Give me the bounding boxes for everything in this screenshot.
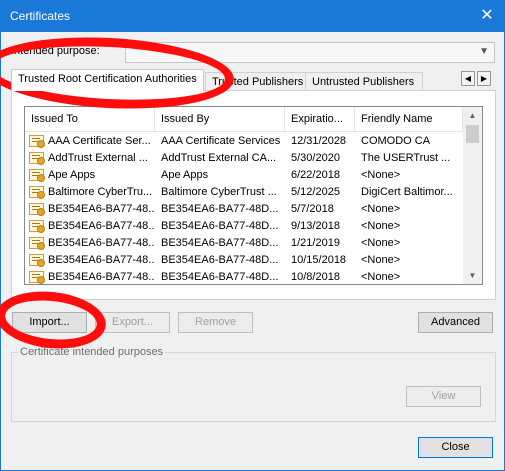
advanced-label: Advanced bbox=[431, 316, 480, 328]
list-rows: AAA Certificate Ser... AAA Certificate Se… bbox=[25, 133, 463, 284]
table-cell: 9/13/2018 bbox=[291, 220, 340, 232]
table-cell: 1/21/2019 bbox=[291, 237, 340, 249]
tab-scroll-left-icon[interactable]: ◀ bbox=[461, 71, 475, 86]
remove-label: Remove bbox=[195, 316, 236, 328]
table-cell: The USERTrust ... bbox=[361, 152, 451, 164]
table-row[interactable]: BE354EA6-BA77-48... BE354EA6-BA77-48D... 1… bbox=[25, 235, 463, 252]
table-row[interactable]: BE354EA6-BA77-48... BE354EA6-BA77-48D... 5… bbox=[25, 201, 463, 218]
column-issued-to[interactable]: Issued To bbox=[25, 107, 155, 132]
import-button[interactable]: Import... bbox=[12, 312, 87, 333]
close-label: Close bbox=[441, 441, 470, 453]
table-cell: 5/7/2018 bbox=[291, 203, 334, 215]
export-label: Export... bbox=[112, 316, 153, 328]
table-cell: 5/12/2025 bbox=[291, 186, 340, 198]
intended-purposes-group-title: Certificate intended purposes bbox=[18, 346, 166, 358]
scroll-down-icon[interactable]: ▼ bbox=[463, 267, 482, 284]
window-title: Certificates bbox=[10, 9, 71, 23]
table-cell: BE354EA6-BA77-48... bbox=[48, 220, 155, 232]
table-cell: <None> bbox=[361, 237, 401, 249]
column-expiration[interactable]: Expiratio... bbox=[285, 107, 355, 132]
table-cell: BE354EA6-BA77-48... bbox=[48, 203, 155, 215]
tab-trusted-root[interactable]: Trusted Root Certification Authorities bbox=[11, 69, 204, 91]
import-label: Import... bbox=[29, 316, 70, 328]
table-cell: Ape Apps bbox=[161, 169, 209, 181]
list-header: Issued To Issued By Expiratio... Friendl… bbox=[25, 107, 463, 132]
scroll-thumb[interactable] bbox=[466, 125, 479, 143]
close-button[interactable]: Close bbox=[418, 437, 493, 458]
table-cell: 6/22/2018 bbox=[291, 169, 340, 181]
table-cell: BE354EA6-BA77-48D... bbox=[161, 237, 279, 249]
table-cell: 12/31/2028 bbox=[291, 135, 347, 147]
chevron-down-icon: ▼ bbox=[479, 46, 489, 57]
table-cell: AddTrust External CA... bbox=[161, 152, 277, 164]
table-cell: <None> bbox=[361, 271, 401, 283]
certificate-list[interactable]: Issued To Issued By Expiratio... Friendl… bbox=[24, 106, 483, 285]
vertical-scrollbar[interactable]: ▲ ▼ bbox=[463, 107, 482, 284]
table-cell: AAA Certificate Ser... bbox=[48, 135, 151, 147]
view-label: View bbox=[431, 390, 456, 402]
table-cell: BE354EA6-BA77-48D... bbox=[161, 254, 279, 266]
table-row[interactable]: AddTrust External ... AddTrust External C… bbox=[25, 150, 463, 167]
table-cell: BE354EA6-BA77-48... bbox=[48, 237, 155, 249]
table-cell: BE354EA6-BA77-48... bbox=[48, 254, 155, 266]
remove-button[interactable]: Remove bbox=[178, 312, 253, 333]
table-cell: AAA Certificate Services bbox=[161, 135, 281, 147]
table-cell: BE354EA6-BA77-48D... bbox=[161, 203, 279, 215]
table-cell: BE354EA6-BA77-48D... bbox=[161, 271, 279, 283]
table-cell: BE354EA6-BA77-48... bbox=[48, 271, 155, 283]
table-cell: <None> bbox=[361, 254, 401, 266]
column-friendly-name[interactable]: Friendly Name bbox=[355, 107, 463, 132]
table-cell: AddTrust External ... bbox=[48, 152, 148, 164]
intended-purpose-dropdown[interactable]: ▼ bbox=[125, 42, 495, 63]
scroll-up-icon[interactable]: ▲ bbox=[463, 107, 482, 124]
table-cell: <None> bbox=[361, 203, 401, 215]
table-cell: DigiCert Baltimor... bbox=[361, 186, 453, 198]
table-row[interactable]: BE354EA6-BA77-48... BE354EA6-BA77-48D... 1… bbox=[25, 252, 463, 269]
table-cell: <None> bbox=[361, 220, 401, 232]
intended-purpose-label: Intended purpose: bbox=[11, 45, 100, 57]
table-cell: Ape Apps bbox=[48, 169, 96, 181]
table-row[interactable]: Baltimore CyberTru... Baltimore CyberTrus… bbox=[25, 184, 463, 201]
table-row[interactable]: Ape Apps Ape Apps 6/22/2018 <None> bbox=[25, 167, 463, 184]
table-cell: 10/8/2018 bbox=[291, 271, 340, 283]
export-button[interactable]: Export... bbox=[95, 312, 170, 333]
table-cell: COMODO CA bbox=[361, 135, 431, 147]
tab-untrusted-publishers[interactable]: Untrusted Publishers bbox=[305, 72, 423, 91]
table-cell: <None> bbox=[361, 169, 401, 181]
table-row[interactable]: AAA Certificate Ser... AAA Certificate Se… bbox=[25, 133, 463, 150]
table-row[interactable]: BE354EA6-BA77-48... BE354EA6-BA77-48D... 1… bbox=[25, 269, 463, 284]
close-window-icon[interactable]: ✕ bbox=[470, 1, 504, 32]
tab-trusted-publishers-label: Trusted Publishers bbox=[212, 76, 304, 88]
table-cell: Baltimore CyberTrust ... bbox=[161, 186, 277, 198]
table-cell: 5/30/2020 bbox=[291, 152, 340, 164]
column-issued-by[interactable]: Issued By bbox=[155, 107, 285, 132]
table-cell: BE354EA6-BA77-48D... bbox=[161, 220, 279, 232]
tab-trusted-publishers[interactable]: Trusted Publishers bbox=[205, 72, 308, 91]
table-cell: 10/15/2018 bbox=[291, 254, 347, 266]
view-button[interactable]: View bbox=[406, 386, 481, 407]
advanced-button[interactable]: Advanced bbox=[418, 312, 493, 333]
title-bar: Certificates ✕ bbox=[1, 1, 504, 32]
table-row[interactable]: BE354EA6-BA77-48... BE354EA6-BA77-48D... 9… bbox=[25, 218, 463, 235]
tab-scroll-right-icon[interactable]: ▶ bbox=[477, 71, 491, 86]
table-cell: Baltimore CyberTru... bbox=[48, 186, 153, 198]
